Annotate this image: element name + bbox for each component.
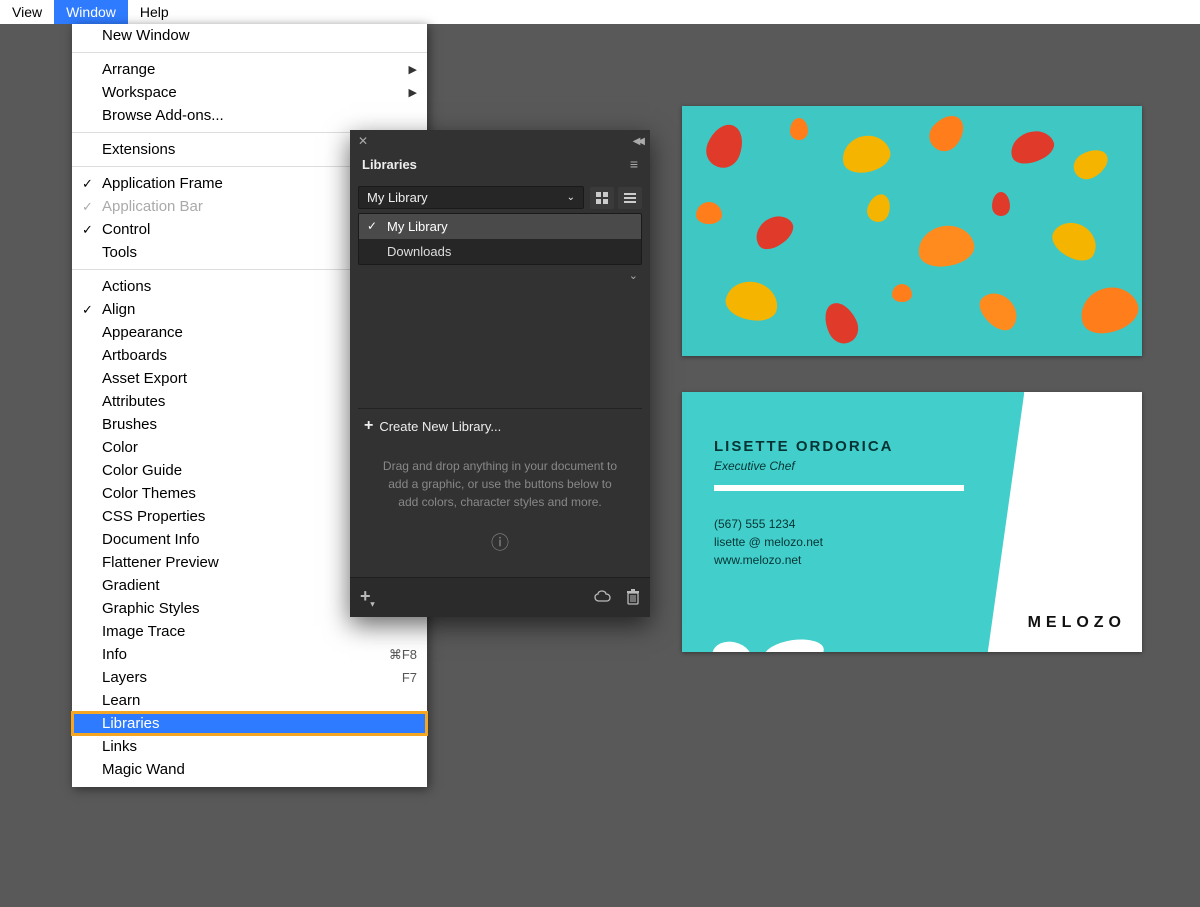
create-new-library-label: Create New Library... [379,419,501,434]
menu-links[interactable]: Links [72,735,427,758]
card-divider [714,485,964,491]
card-brand: MELOZO [1028,614,1126,632]
create-new-library-button[interactable]: + Create New Library... [358,408,642,443]
menu-extensions-label: Extensions [102,141,175,158]
panel-title: Libraries [362,157,417,172]
search-dropdown-icon[interactable]: ⌄ [629,269,638,282]
plus-icon: + [364,417,373,435]
libraries-panel: ✕ ◀◀ Libraries ≡ My Library ⌄ My Library… [350,130,650,617]
card-email: lisette @ melozo.net [714,533,964,551]
menu-arrange[interactable]: Arrange ▶ [72,58,427,81]
menu-window[interactable]: Window [54,0,128,24]
menu-info[interactable]: Info ⌘F8 [72,643,427,666]
card-name: LISETTE ORDORICA [714,438,964,455]
menu-view[interactable]: View [0,0,54,24]
menu-browse-addons[interactable]: Browse Add-ons... [72,104,427,127]
shortcut-label: ⌘F8 [389,647,417,663]
chevron-down-icon: ⌄ [567,192,575,203]
submenu-arrow-icon: ▶ [409,86,417,99]
menu-help[interactable]: Help [128,0,181,24]
menu-libraries[interactable]: Libraries [72,712,427,735]
help-icon[interactable]: ⓘ [358,525,642,571]
trash-icon[interactable] [626,589,640,605]
list-view-button[interactable] [618,187,642,209]
shortcut-label: F7 [402,670,417,685]
menubar: View Window Help [0,0,1200,24]
library-option-my-library[interactable]: My Library [359,214,641,239]
menu-layers-label: Layers [102,669,147,686]
close-icon[interactable]: ✕ [358,134,368,148]
menu-workspace[interactable]: Workspace ▶ [72,81,427,104]
menu-image-trace[interactable]: Image Trace [72,620,427,643]
menu-layers[interactable]: Layers F7 [72,666,427,689]
library-option-downloads[interactable]: Downloads [359,239,641,264]
card-text-content: LISETTE ORDORICA Executive Chef (567) 55… [714,438,964,569]
collapse-icon[interactable]: ◀◀ [633,136,642,147]
card-web: www.melozo.net [714,551,964,569]
menu-magic-wand[interactable]: Magic Wand [72,758,427,781]
card-phone: (567) 555 1234 [714,515,964,533]
library-dropdown-list: My Library Downloads [358,213,642,265]
menu-separator [72,52,427,53]
library-selector-label: My Library [367,190,428,205]
menu-learn[interactable]: Learn [72,689,427,712]
card-title: Executive Chef [714,459,964,473]
menu-workspace-label: Workspace [102,84,177,101]
artboard-image [682,106,1142,356]
card-contact-info: (567) 555 1234 lisette @ melozo.net www.… [714,515,964,569]
panel-menu-icon[interactable]: ≡ [630,156,638,172]
menu-new-window[interactable]: New Window [72,24,427,47]
submenu-arrow-icon: ▶ [409,63,417,76]
add-content-button[interactable]: +▾ [360,586,375,609]
library-selector[interactable]: My Library ⌄ [358,186,584,209]
menu-arrange-label: Arrange [102,61,155,78]
menu-graphic-styles-label: Graphic Styles [102,600,200,617]
cloud-sync-icon[interactable] [594,590,612,604]
menu-info-label: Info [102,646,127,663]
grid-view-button[interactable] [590,187,614,209]
card-right-panel [977,392,1142,652]
artboard-business-card: LISETTE ORDORICA Executive Chef (567) 55… [682,392,1142,652]
panel-hint-text: Drag and drop anything in your document … [358,443,642,525]
